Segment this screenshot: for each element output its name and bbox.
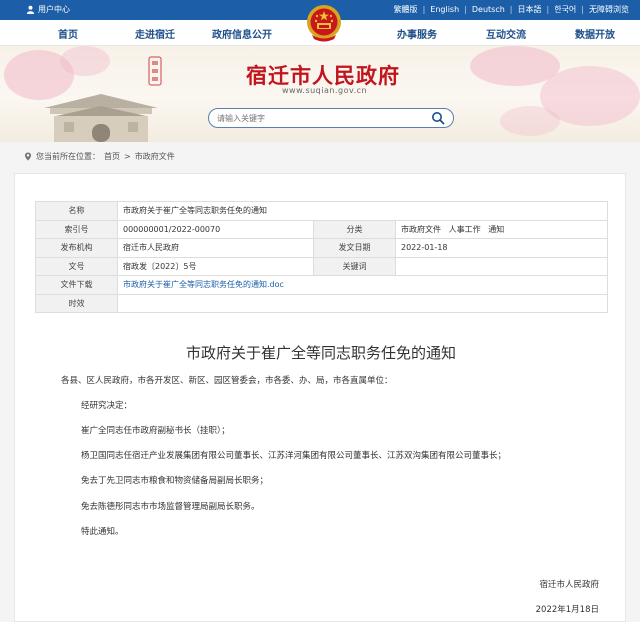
location-icon: [24, 152, 32, 161]
meta-keyword-value: [394, 256, 609, 276]
document-paragraph: 免去陈德彤同志市市场监督管理局副局长职务。: [81, 502, 260, 512]
nav-open-data[interactable]: 数据开放: [575, 26, 615, 41]
document-sign-date: 2022年1月18日: [535, 605, 599, 615]
document-title: 市政府关于崔广全等同志职务任免的通知: [185, 344, 456, 362]
document-signer: 宿迁市人民政府: [539, 580, 599, 590]
lang-japanese[interactable]: 日本語: [513, 4, 547, 15]
download-link[interactable]: 市政府关于崔广全等同志职务任免的通知.doc: [123, 280, 284, 289]
breadcrumb-prefix: 您当前所在位置：: [36, 152, 100, 161]
table-row: 文号 宿政发〔2022〕5号 关键词: [35, 256, 609, 276]
site-banner: 宿迁市人民政府 www.suqian.gov.cn: [0, 46, 640, 142]
meta-index-value: 000000001/2022-00070: [117, 219, 314, 239]
document-paragraph: 杨卫国同志任宿迁产业发展集团有限公司董事长、江苏洋河集团有限公司董事长、江苏双沟…: [81, 451, 507, 461]
lang-german[interactable]: Deutsch: [467, 5, 510, 14]
document-paragraph: 特此通知。: [81, 527, 124, 537]
national-emblem-icon: [307, 5, 341, 42]
nav-services[interactable]: 办事服务: [397, 26, 437, 41]
meta-category-label: 分类: [313, 219, 396, 239]
user-center-link[interactable]: 用户中心: [26, 4, 70, 15]
meta-keyword-label: 关键词: [313, 256, 396, 276]
meta-category-value: 市政府文件 人事工作 通知: [394, 219, 609, 239]
meta-date-label: 发文日期: [313, 238, 396, 258]
meta-date-value: 2022-01-18: [394, 238, 609, 258]
nav-about-suqian[interactable]: 走进宿迁: [135, 26, 175, 41]
document-panel: 名称 市政府关于崔广全等同志职务任免的通知 索引号 000000001/2022…: [14, 173, 626, 622]
lang-korean[interactable]: 한국어: [549, 4, 581, 15]
document-paragraph: 崔广全同志任市政府副秘书长（挂职）；: [81, 426, 230, 436]
document-paragraph: 免去丁先卫同志市粮食和物资储备局副局长职务；: [81, 476, 269, 486]
search-box: [208, 108, 454, 128]
table-row: 索引号 000000001/2022-00070 分类 市政府文件 人事工作 通…: [35, 219, 609, 239]
meta-validity-value: [116, 293, 609, 313]
language-links: 繁體版 | English | Deutsch | 日本語 | 한국어 | 无障碍浏览: [389, 4, 634, 15]
meta-name-value: 市政府关于崔广全等同志职务任免的通知: [116, 201, 609, 221]
search-icon[interactable]: [431, 111, 445, 125]
meta-publisher-value: 宿迁市人民政府: [117, 238, 314, 258]
lang-english[interactable]: English: [425, 5, 464, 14]
document-meta-table: 名称 市政府关于崔广全等同志职务任免的通知 索引号 000000001/2022…: [35, 201, 609, 313]
meta-validity-label: 时效: [35, 293, 118, 313]
meta-download-cell: 市政府关于崔广全等同志职务任免的通知.doc: [116, 275, 609, 295]
meta-docno-label: 文号: [35, 256, 118, 276]
meta-index-label: 索引号: [35, 219, 118, 239]
meta-publisher-label: 发布机构: [35, 238, 118, 258]
nav-interaction[interactable]: 互动交流: [486, 26, 526, 41]
meta-download-label: 文件下载: [35, 275, 118, 295]
breadcrumb-home[interactable]: 首页: [104, 151, 120, 162]
lang-traditional[interactable]: 繁體版: [389, 4, 423, 15]
seal-stamp-decoration: [148, 56, 162, 86]
search-input[interactable]: [217, 113, 417, 123]
meta-name-label: 名称: [35, 201, 118, 221]
nav-gov-info[interactable]: 政府信息公开: [212, 26, 272, 41]
breadcrumb-separator: >: [124, 152, 131, 161]
ancient-gate-illustration: [44, 94, 158, 142]
document-paragraph: 经研究决定：: [81, 401, 133, 411]
document-salutation: 各县、区人民政府，市各开发区、新区、园区管委会，市各委、办、局，市各直属单位：: [61, 376, 393, 386]
table-row: 文件下载 市政府关于崔广全等同志职务任免的通知.doc: [35, 275, 609, 295]
accessibility-link[interactable]: 无障碍浏览: [584, 4, 634, 15]
breadcrumb-current[interactable]: 市政府文件: [135, 151, 175, 162]
site-url: www.suqian.gov.cn: [282, 86, 368, 95]
user-center-label: 用户中心: [38, 5, 70, 14]
breadcrumb: 您当前所在位置： 首页 > 市政府文件: [24, 151, 175, 162]
user-icon: [26, 5, 35, 14]
meta-docno-value: 宿政发〔2022〕5号: [117, 256, 314, 276]
nav-home[interactable]: 首页: [58, 26, 78, 41]
table-row: 时效: [35, 293, 609, 313]
table-row: 名称 市政府关于崔广全等同志职务任免的通知: [35, 201, 609, 221]
table-row: 发布机构 宿迁市人民政府 发文日期 2022-01-18: [35, 238, 609, 258]
